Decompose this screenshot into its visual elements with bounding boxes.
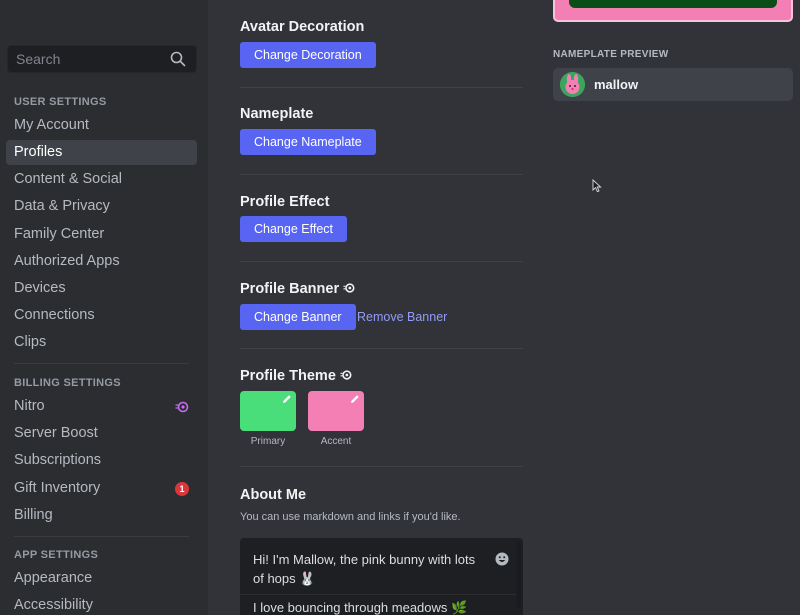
sidebar-item-label: Nitro <box>14 398 45 414</box>
primary-label: Primary <box>250 436 286 447</box>
sidebar-item-profiles[interactable]: Profiles <box>6 140 197 165</box>
username: mallow <box>594 77 639 92</box>
change-nameplate-button[interactable]: Change Nameplate <box>240 129 376 155</box>
profile-theme-label: Profile Theme <box>240 368 336 384</box>
section-header-user-settings: User Settings <box>14 96 107 108</box>
about-me-line: I love bouncing through meadows 🌿 <box>253 600 468 615</box>
nameplate-title: Nameplate <box>240 106 314 122</box>
sidebar-item-subscriptions[interactable]: Subscriptions <box>6 448 197 473</box>
avatar <box>560 72 585 97</box>
nitro-icon <box>340 370 352 380</box>
search-icon <box>170 51 186 67</box>
bunny-avatar-icon <box>560 72 585 97</box>
sidebar-item-billing[interactable]: Billing <box>6 503 197 528</box>
remove-banner-button[interactable]: Remove Banner <box>357 310 447 324</box>
section-divider <box>240 87 523 88</box>
nameplate-preview-header: NAMEPLATE PREVIEW <box>553 49 669 60</box>
profile-theme-title: Profile Theme <box>240 368 352 384</box>
about-me-textarea[interactable]: Hi! I'm Mallow, the pink bunny with lots… <box>240 538 523 615</box>
sidebar-item-appearance[interactable]: Appearance <box>6 566 197 591</box>
nitro-icon <box>343 283 355 293</box>
pencil-icon <box>283 395 291 403</box>
sidebar-item-content-social[interactable]: Content & Social <box>6 167 197 192</box>
primary-color-swatch[interactable] <box>240 391 296 431</box>
profile-banner-title: Profile Banner <box>240 281 355 297</box>
sidebar-divider <box>14 363 189 364</box>
section-divider <box>240 261 523 262</box>
notification-badge: 1 <box>175 482 189 496</box>
textarea-divider <box>240 594 516 595</box>
sidebar-item-authorized-apps[interactable]: Authorized Apps <box>6 249 197 274</box>
change-effect-button[interactable]: Change Effect <box>240 216 347 242</box>
sidebar-item-devices[interactable]: Devices <box>6 276 197 301</box>
sidebar-item-gift-inventory[interactable]: Gift Inventory 1 <box>6 476 197 501</box>
change-banner-button[interactable]: Change Banner <box>240 304 356 330</box>
profile-banner-label: Profile Banner <box>240 281 340 297</box>
sidebar-item-connections[interactable]: Connections <box>6 303 197 328</box>
sidebar-item-my-account[interactable]: My Account <box>6 113 197 138</box>
accent-label: Accent <box>320 436 352 447</box>
about-me-line: Hi! I'm Mallow, the pink bunny with lots… <box>253 552 476 586</box>
scrollbar[interactable] <box>517 542 521 608</box>
search-box[interactable] <box>7 45 197 73</box>
sidebar-item-data-privacy[interactable]: Data & Privacy <box>6 194 197 219</box>
sidebar-item-family-center[interactable]: Family Center <box>6 222 197 247</box>
sidebar-item-accessibility[interactable]: Accessibility <box>6 593 197 615</box>
section-divider <box>240 466 523 467</box>
search-input[interactable] <box>8 46 168 72</box>
sidebar-item-clips[interactable]: Clips <box>6 330 197 355</box>
profile-preview-inner <box>569 0 777 8</box>
sidebar-item-server-boost[interactable]: Server Boost <box>6 421 197 446</box>
nameplate-preview: mallow <box>553 68 793 101</box>
accent-color-swatch[interactable] <box>308 391 364 431</box>
emoji-icon[interactable] <box>495 552 509 566</box>
pencil-icon <box>351 395 359 403</box>
about-me-title: About Me <box>240 487 307 503</box>
mouse-cursor-icon <box>592 179 602 193</box>
section-divider <box>240 348 523 349</box>
change-decoration-button[interactable]: Change Decoration <box>240 42 376 68</box>
section-divider <box>240 174 523 175</box>
section-header-billing-settings: Billing Settings <box>14 377 121 389</box>
profile-effect-title: Profile Effect <box>240 194 330 210</box>
sidebar-item-label: Gift Inventory <box>14 480 101 496</box>
nitro-icon <box>175 401 189 413</box>
settings-sidebar: User Settings My Account Profiles Conten… <box>0 0 208 615</box>
section-header-app-settings: App Settings <box>14 549 99 561</box>
profile-preview-card <box>553 0 793 22</box>
sidebar-item-nitro[interactable]: Nitro <box>6 394 197 419</box>
about-me-description: You can use markdown and links if you'd … <box>240 511 461 523</box>
avatar-decoration-title: Avatar Decoration <box>240 19 365 35</box>
sidebar-divider <box>14 536 189 537</box>
